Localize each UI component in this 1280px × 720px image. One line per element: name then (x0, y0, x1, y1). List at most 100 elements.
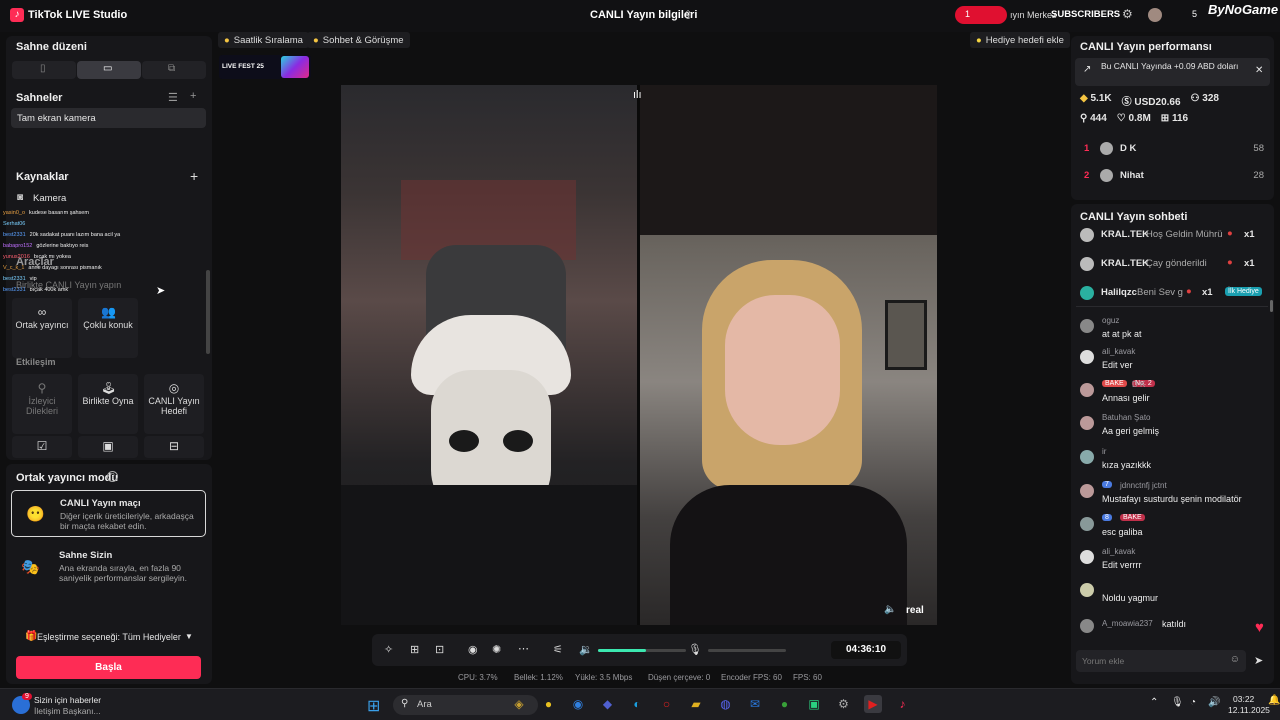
sweater (670, 485, 907, 625)
avatar (1080, 517, 1094, 531)
overlay-chat-line: Serhat06 (3, 219, 203, 230)
send-icon[interactable]: ➤ (1254, 654, 1263, 667)
add-scene-icon[interactable]: + (190, 90, 196, 102)
chat-message[interactable]: ir kıza yazıkkk (1080, 447, 1265, 475)
explorer-icon[interactable]: ▰ (687, 695, 705, 713)
youtube-icon[interactable]: ▶ (864, 695, 882, 713)
live-fest-banner[interactable]: LIVE FEST 25 (219, 55, 311, 79)
tool-row3-a[interactable]: ☑ (12, 436, 72, 458)
chat-message[interactable]: 7 jdnnctnfj jctnt Mustafayı susturdu şenin… (1080, 481, 1265, 509)
chat-message[interactable]: Noldu yagmur (1080, 580, 1265, 608)
live-preview[interactable]: ılı 🔈 real (341, 85, 937, 625)
chat-message[interactable]: oguz at at pk at (1080, 316, 1265, 344)
gift-icon: ● (1227, 257, 1233, 268)
info-icon[interactable]: ? (107, 471, 118, 482)
live-goal-button[interactable]: ◎ CANLI Yayın Hedefi (144, 374, 204, 434)
teams-icon[interactable]: ◆ (599, 695, 617, 713)
windows-start-icon[interactable]: ⊞ (367, 696, 380, 716)
add-source-icon[interactable]: + (190, 168, 198, 184)
chat-message[interactable]: A_moawia237 katıldı (1080, 619, 1265, 647)
chat-message[interactable]: 8 BAKE esc galiba (1080, 514, 1265, 542)
layout-landscape-button[interactable]: ▭ (77, 61, 141, 79)
close-icon[interactable]: ✕ (1255, 65, 1263, 76)
matching-select[interactable]: Eşleştirme seçeneği: Tüm Hediyeler (37, 632, 181, 642)
rank-row-1[interactable]: 1 D K 58 (1084, 142, 1264, 155)
play-together-button[interactable]: 🕹 Birlikte Oyna (78, 374, 138, 434)
mic-tray-icon[interactable]: 🎙 (1171, 697, 1184, 708)
notification-icon[interactable]: 🔔 (1268, 695, 1280, 706)
chat-call-chip[interactable]: ● Sohbet & Görüşme (307, 32, 410, 48)
start-button[interactable]: Başla (16, 656, 201, 679)
pinned-text: Çay gönderildi (1146, 258, 1207, 269)
sliders-icon[interactable]: ⚟ (553, 643, 563, 656)
speaker-icon: 🔈 (884, 604, 897, 615)
chat-text: Edit verrrr (1102, 560, 1142, 570)
avatar (1080, 350, 1094, 364)
wifi-icon[interactable]: ◔ (1190, 697, 1196, 708)
chat-message[interactable]: ali_kavak Edit verrrr (1080, 547, 1265, 575)
tool-row3-c[interactable]: ⊟ (144, 436, 204, 458)
edge-icon[interactable]: ◐ (628, 695, 646, 713)
hourly-ranking-chip[interactable]: ● Saatlik Sıralama (218, 32, 309, 48)
clock-time[interactable]: 03:22 (1233, 694, 1254, 704)
copilot-icon[interactable]: ◉ (569, 695, 587, 713)
steam-icon[interactable]: ⚙ (835, 695, 853, 713)
more-icon[interactable]: ⋯ (518, 642, 529, 655)
chrome-icon[interactable]: ● (540, 695, 558, 713)
magic-icon[interactable]: ✧ (384, 643, 393, 656)
play-together-label: Birlikte Oyna (82, 396, 134, 406)
tray-chevron-icon[interactable]: ⌃ (1150, 697, 1158, 708)
mail-icon[interactable]: ✉ (746, 695, 764, 713)
viewer-requests-button[interactable]: ⚲ İzleyici Dilekleri (12, 374, 72, 434)
record-icon[interactable]: ◉ (468, 643, 478, 656)
chevron-down-icon[interactable]: ▼ (185, 632, 193, 641)
effects-icon[interactable]: ⊞ (410, 643, 419, 656)
multi-guest-tool-button[interactable]: 👥 Çoklu konuk (78, 298, 138, 358)
viewers-icon: ⚇ (1190, 93, 1200, 104)
share-icon[interactable]: ⇪ (683, 8, 693, 22)
game-icon[interactable]: ◈ (510, 695, 528, 713)
volume-slider[interactable] (598, 649, 686, 652)
volume-icon[interactable]: 🔉 (579, 643, 593, 656)
list-icon[interactable]: ☰ (168, 91, 178, 104)
coin-icon: ● (313, 34, 319, 46)
tool-row3-b[interactable]: ▣ (78, 436, 138, 458)
chrome-alt-icon[interactable]: ● (776, 695, 794, 713)
chat-message[interactable]: BAKE No. 2D K Annası gelir (1080, 380, 1265, 408)
avatar (1100, 142, 1113, 155)
scene-item[interactable]: Tam ekran kamera (11, 108, 206, 128)
tiktok-icon[interactable]: ♪ (894, 695, 912, 713)
app-icon[interactable]: ▣ (805, 695, 823, 713)
live-info-title[interactable]: CANLI Yayın bilgileri (590, 9, 697, 21)
live-match-option[interactable]: 😶 CANLI Yayın maçı Diğer içerik üreticil… (11, 490, 206, 537)
screen-icon[interactable]: ⊡ (435, 643, 444, 656)
chat-message[interactable]: Batuhan Şato Aa geri gelmiş (1080, 413, 1265, 441)
mic-icon[interactable]: 🎙 (688, 643, 702, 656)
gift-goal-chip[interactable]: ● Hediye hedefi ekle (970, 32, 1070, 48)
avatar (1080, 383, 1094, 397)
overlay-chat-text: kudese basarım şahsem (29, 210, 89, 216)
pinned-gift-row[interactable]: KRAL.TEK Çay gönderildi ● x1 (1080, 257, 1270, 271)
pinned-gift-row[interactable]: Halilqzc Beni Sev g ● x1 İlk Hediye (1080, 286, 1270, 300)
cohost-tool-button[interactable]: ∞ Ortak yayıncı (12, 298, 72, 358)
pinned-gift-row[interactable]: KRAL.TEK Hoş Geldin Mührü ● x1 (1080, 228, 1270, 242)
mic-slider[interactable] (708, 649, 786, 652)
follow-icon: ⚲ (1080, 113, 1088, 124)
comment-input[interactable]: Yorum ekle ☺ (1076, 650, 1246, 672)
chat-scrollbar[interactable] (1270, 300, 1273, 312)
clock-date[interactable]: 12.11.2025 (1228, 705, 1270, 715)
emoji-icon[interactable]: ☺ (1230, 654, 1240, 665)
layout-split-button[interactable]: ⧉ (142, 61, 206, 79)
stage-option[interactable]: 🎭 Sahne Sizin Ana ekranda sırayla, en fa… (11, 544, 206, 590)
camera-source[interactable]: Kamera (33, 193, 66, 204)
opera-icon[interactable]: ○ (658, 695, 676, 713)
layout-portrait-button[interactable]: ▯ (12, 61, 76, 79)
discord-icon[interactable]: ◍ (717, 695, 735, 713)
avatar[interactable] (1148, 8, 1162, 22)
camera-settings-icon[interactable]: ✺ (492, 643, 501, 656)
speaker-tray-icon[interactable]: 🔊 (1208, 697, 1220, 708)
rank-row-2[interactable]: 2 Nihat 28 (1084, 169, 1264, 182)
left-scrollbar[interactable] (206, 270, 210, 354)
gear-icon[interactable]: ⚙ (1122, 7, 1133, 21)
chat-message[interactable]: ali_kavak Edit ver (1080, 347, 1265, 375)
